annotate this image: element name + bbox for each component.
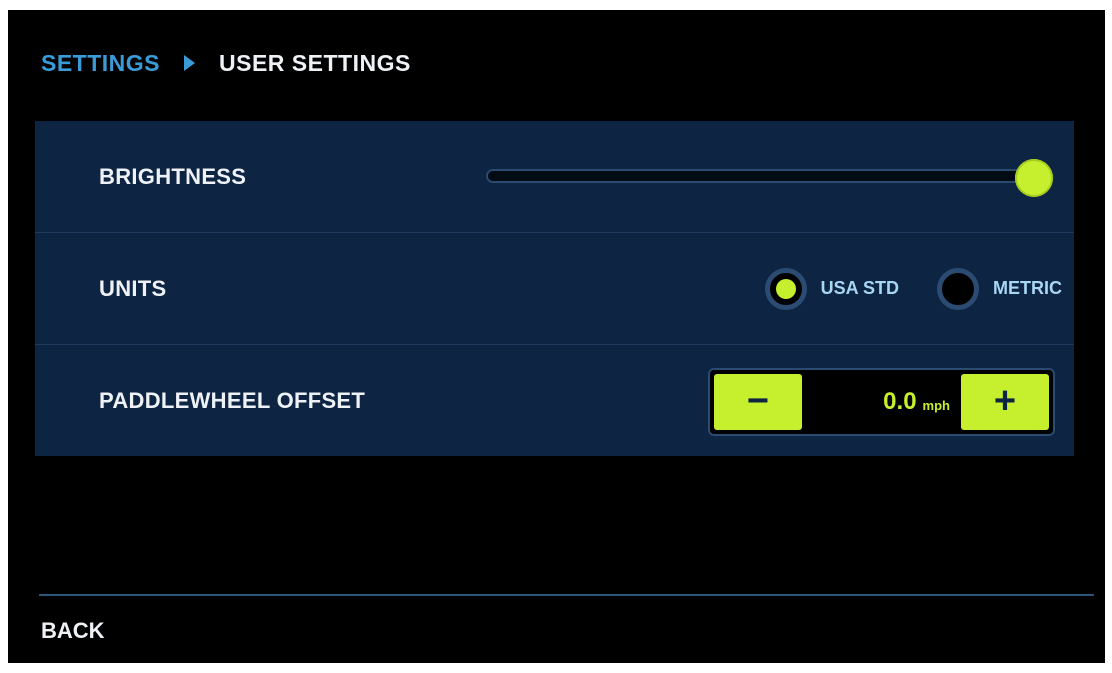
- back-button[interactable]: BACK: [41, 618, 105, 644]
- brightness-row: BRIGHTNESS: [35, 121, 1074, 233]
- units-option-metric[interactable]: METRIC: [937, 267, 1062, 310]
- decrement-button[interactable]: −: [714, 374, 802, 430]
- brightness-slider-thumb[interactable]: [1015, 159, 1053, 197]
- paddlewheel-offset-value: 0.0 mph: [810, 370, 950, 434]
- radio-button[interactable]: [937, 267, 979, 310]
- units-row: UNITS USA STD METRIC: [35, 233, 1074, 345]
- settings-screen: SETTINGS USER SETTINGS BRIGHTNESS UNITS …: [8, 10, 1105, 663]
- breadcrumb-settings-link[interactable]: SETTINGS: [41, 50, 160, 77]
- brightness-label: BRIGHTNESS: [99, 164, 247, 189]
- units-option-label: USA STD: [820, 278, 899, 298]
- units-option-label: METRIC: [993, 278, 1062, 298]
- paddlewheel-offset-row: PADDLEWHEEL OFFSET − 0.0 mph +: [35, 345, 1074, 456]
- increment-button[interactable]: +: [961, 374, 1049, 430]
- paddlewheel-offset-stepper: − 0.0 mph +: [708, 368, 1055, 436]
- units-radio-group: USA STD METRIC: [727, 233, 1062, 344]
- settings-panel: BRIGHTNESS UNITS USA STD METRIC PADDLEWH…: [35, 121, 1074, 456]
- breadcrumb: SETTINGS USER SETTINGS: [41, 48, 411, 78]
- units-option-usa-std[interactable]: USA STD: [764, 267, 899, 310]
- units-label: UNITS: [99, 276, 167, 301]
- radio-selected-dot: [775, 278, 796, 299]
- chevron-right-icon: [184, 55, 196, 71]
- brightness-slider-fill: [488, 171, 1036, 181]
- page-title: USER SETTINGS: [219, 49, 411, 76]
- offset-value-unit: mph: [922, 397, 950, 413]
- radio-button[interactable]: [764, 267, 807, 310]
- footer-divider: [39, 594, 1094, 596]
- paddlewheel-offset-label: PADDLEWHEEL OFFSET: [99, 388, 366, 413]
- offset-value-number: 0.0: [883, 388, 917, 415]
- brightness-slider[interactable]: [486, 169, 1038, 183]
